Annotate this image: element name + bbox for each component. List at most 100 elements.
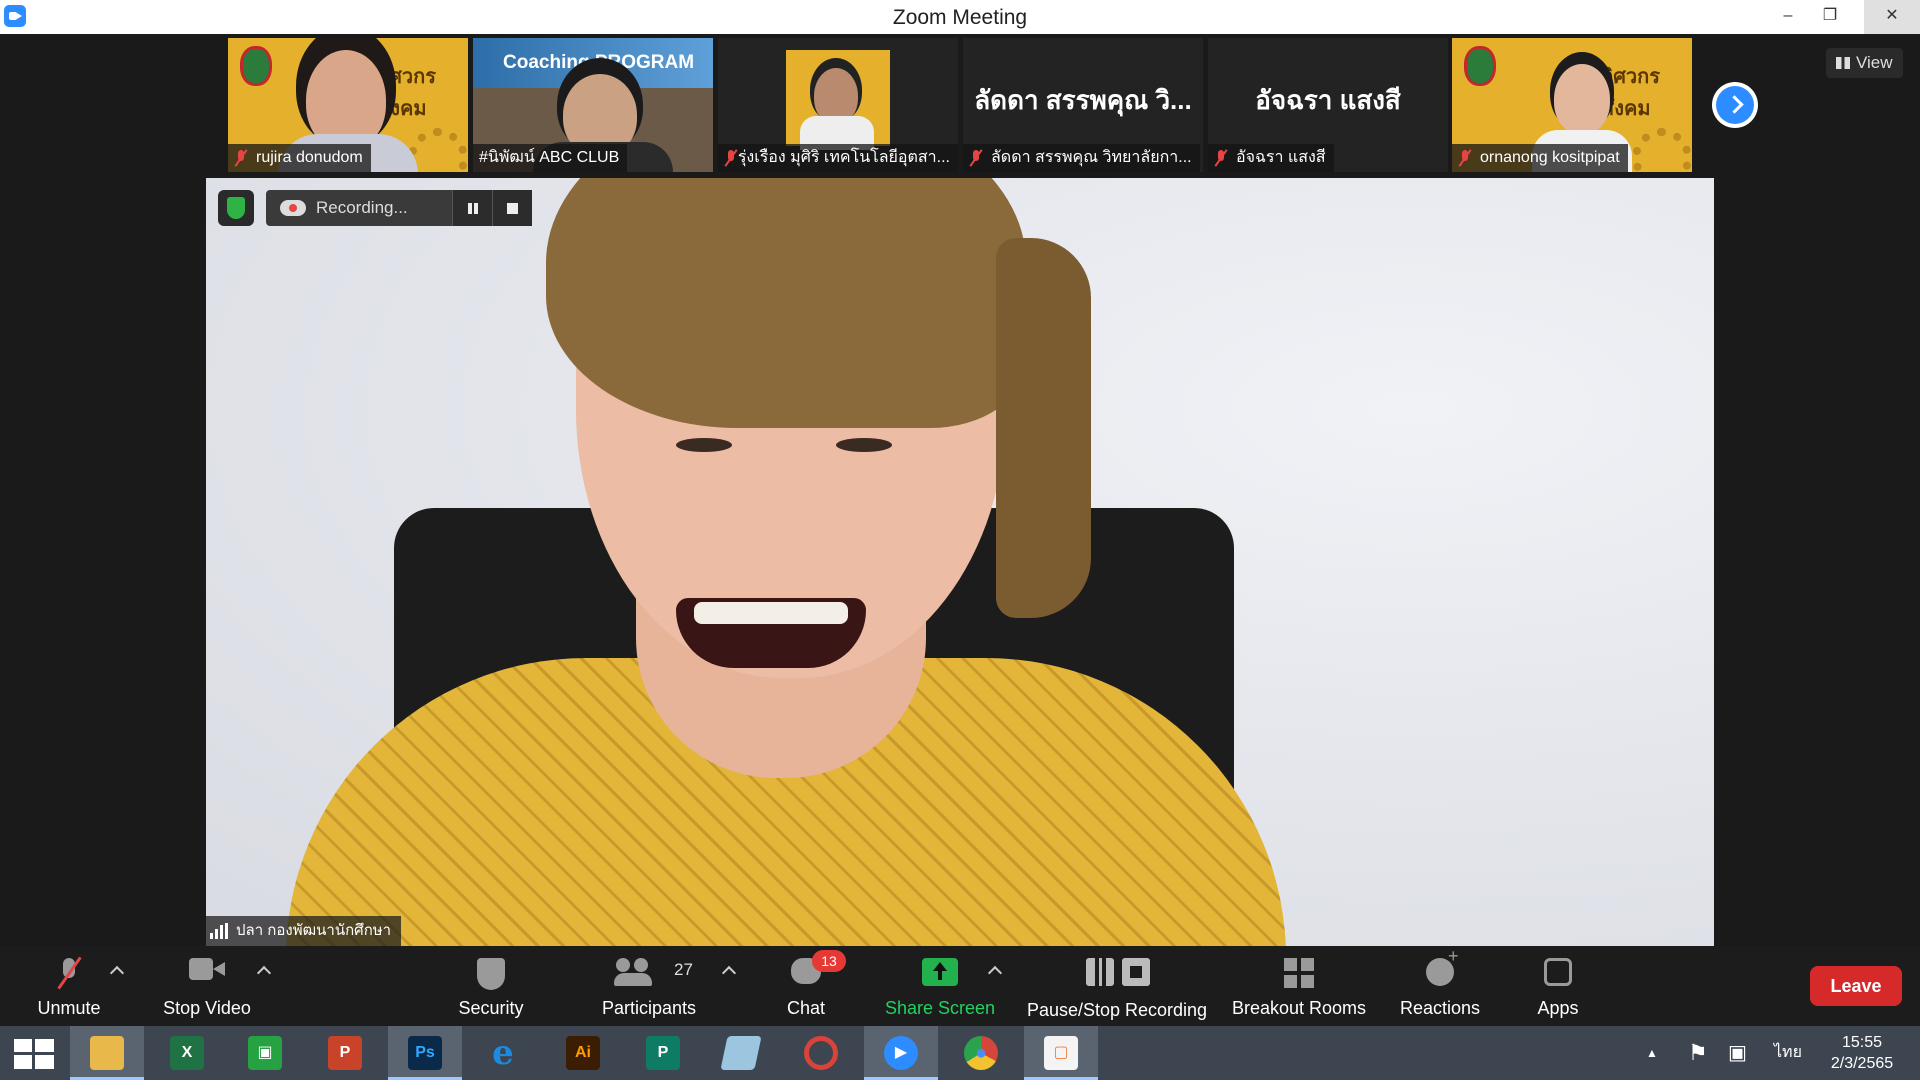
share-screen-label: Share Screen: [884, 998, 996, 1018]
participant-name-tag: #นิพัฒน์ ABC CLUB: [473, 144, 628, 172]
publisher-icon: P: [646, 1036, 680, 1070]
banner-text: Coaching PROGRAM: [503, 52, 695, 73]
input-language-indicator[interactable]: ไทย: [1774, 1026, 1802, 1080]
taskbar-photo-viewer[interactable]: ▢: [1024, 1026, 1098, 1080]
chat-unread-badge: 13: [812, 950, 846, 972]
encryption-shield-icon[interactable]: [218, 190, 254, 226]
taskbar-chrome[interactable]: ●: [944, 1026, 1018, 1080]
stop-recording-button[interactable]: [492, 190, 532, 226]
participant-name: rujira donudom: [256, 149, 363, 166]
system-clock[interactable]: 15:55 2/3/2565: [1812, 1032, 1912, 1074]
participant-display-name: ลัดดา สรรพคุณ วิ...: [974, 85, 1192, 115]
mic-muted-icon: [234, 149, 248, 167]
participant-video: [786, 50, 890, 150]
university-seal-icon: [1464, 46, 1496, 86]
speaker-name: ปลา กองพัฒนานักศึกษา: [236, 922, 392, 939]
participant-strip: วิศวกรสังคม rujira donudom Coaching PROG…: [0, 34, 1920, 176]
stop-video-label: Stop Video: [163, 998, 251, 1018]
stop-video-button[interactable]: Stop Video: [152, 946, 262, 1026]
speaker-hair: [546, 178, 1026, 428]
participant-name-tag: ornanong kositpipat: [1452, 144, 1628, 172]
speaker-hair: [996, 238, 1091, 618]
participants-icon: [614, 958, 654, 986]
photoscape-icon: [804, 1036, 838, 1070]
unmute-label: Unmute: [37, 998, 101, 1018]
reactions-button[interactable]: Reactions: [1394, 946, 1486, 1026]
illustrator-icon: Ai: [566, 1036, 600, 1070]
apps-button[interactable]: Apps: [1528, 946, 1588, 1026]
taskbar-internet-explorer[interactable]: e: [466, 1026, 540, 1080]
security-button[interactable]: Security: [446, 946, 536, 1026]
participant-name-tag: อัจฉรา แสงสี: [1208, 144, 1334, 172]
participant-name: ornanong kositpipat: [1480, 149, 1620, 166]
minimize-button[interactable]: –: [1766, 0, 1810, 34]
notes-icon: [720, 1036, 762, 1070]
participant-name-tag: ลัดดา สรรพคุณ วิทยาลัยกา...: [963, 144, 1200, 172]
security-label: Security: [458, 998, 524, 1018]
share-screen-arrow-icon: [922, 958, 958, 986]
windows-logo-icon: [14, 1039, 54, 1069]
share-screen-button[interactable]: Share Screen: [880, 946, 1000, 1026]
network-icon[interactable]: ▣: [1728, 1026, 1747, 1080]
taskbar-powerpoint[interactable]: P: [308, 1026, 382, 1080]
video-camera-icon: [189, 958, 225, 980]
taskbar-file-explorer[interactable]: [70, 1026, 144, 1080]
taskbar-zoom[interactable]: ▶: [864, 1026, 938, 1080]
participant-thumb[interactable]: วิศวกรสังคม ornanong kositpipat: [1452, 38, 1692, 172]
maximize-button[interactable]: ❐: [1808, 0, 1852, 34]
university-seal-icon: [240, 46, 272, 86]
participant-name-tag: rujira donudom: [228, 144, 371, 172]
active-speaker-video: Recording... ปลา กองพัฒนานักศึกษา: [206, 178, 1714, 946]
start-button[interactable]: [0, 1026, 66, 1080]
title-bar: Zoom Meeting – ❐ ✕: [0, 0, 1920, 34]
reactions-label: Reactions: [1399, 998, 1481, 1018]
participant-thumb[interactable]: ลัดดา สรรพคุณ วิ... ลัดดา สรรพคุณ วิทยาล…: [963, 38, 1203, 172]
participant-name: #นิพัฒน์ ABC CLUB: [479, 149, 620, 166]
participant-thumb[interactable]: Coaching PROGRAM #นิพัฒน์ ABC CLUB: [473, 38, 713, 172]
pause-stop-recording-button[interactable]: Pause/Stop Recording: [1024, 946, 1210, 1026]
cloud-recording-icon: [280, 200, 306, 216]
participant-video: [1554, 64, 1610, 134]
zoom-icon: ▶: [884, 1036, 918, 1070]
participant-thumb[interactable]: วิศวกรสังคม rujira donudom: [228, 38, 468, 172]
speaker-teeth: [694, 602, 848, 624]
taskbar-publisher[interactable]: P: [626, 1026, 700, 1080]
speaker-eye: [836, 438, 892, 452]
internet-explorer-icon: e: [492, 1033, 514, 1073]
mic-muted-icon: [724, 149, 734, 167]
taskbar-photoshop[interactable]: Ps: [388, 1026, 462, 1080]
breakout-rooms-button[interactable]: Breakout Rooms: [1230, 946, 1368, 1026]
next-page-chevron-icon[interactable]: [1712, 82, 1758, 128]
speaker-name-tag: ปลา กองพัฒนานักศึกษา: [206, 916, 402, 946]
close-button[interactable]: ✕: [1864, 0, 1920, 34]
zoom-window: Zoom Meeting – ❐ ✕ วิศวกรสังคม rujira do…: [0, 0, 1920, 1080]
folder-icon: [90, 1036, 124, 1070]
store-icon: ▣: [248, 1036, 282, 1070]
leave-button[interactable]: Leave: [1810, 966, 1902, 1006]
thumb-logo-text: วิศวกรสังคม: [378, 66, 437, 120]
taskbar-illustrator[interactable]: Ai: [546, 1026, 620, 1080]
participants-count: 27: [674, 960, 693, 979]
taskbar-store[interactable]: ▣: [228, 1026, 302, 1080]
taskbar-photoscape[interactable]: [784, 1026, 858, 1080]
unmute-button[interactable]: Unmute: [22, 946, 116, 1026]
breakout-rooms-label: Breakout Rooms: [1231, 998, 1367, 1018]
thumb-logo-text: วิศวกรสังคม: [1602, 66, 1661, 120]
speaker-eye: [676, 438, 732, 452]
mic-muted-icon: [1214, 149, 1228, 167]
taskbar-excel[interactable]: X: [150, 1026, 224, 1080]
taskbar-notes[interactable]: [704, 1026, 778, 1080]
chrome-icon: ●: [964, 1036, 998, 1070]
action-center-flag-icon[interactable]: ⚑: [1688, 1026, 1708, 1080]
view-button[interactable]: View: [1826, 48, 1903, 78]
participants-options-chevron-icon[interactable]: [721, 965, 737, 981]
participant-thumb[interactable]: อัจฉรา แสงสี อัจฉรา แสงสี: [1208, 38, 1448, 172]
participants-button[interactable]: 27 Participants: [594, 946, 704, 1026]
tray-expand-icon[interactable]: ▲: [1646, 1026, 1658, 1080]
gear-icon: [1632, 128, 1692, 172]
shield-icon: [477, 958, 505, 990]
participant-thumb[interactable]: รุ่งเรือง มุศิริ เทคโนโลยีอุตสา...: [718, 38, 958, 172]
pause-stop-icon: [1082, 958, 1152, 988]
pause-recording-button[interactable]: [452, 190, 492, 226]
windows-taskbar: X ▣ P Ps e Ai P ▶ ● ▢ ▲ ⚑ ▣ ไทย 15:55 2/…: [0, 1026, 1920, 1080]
